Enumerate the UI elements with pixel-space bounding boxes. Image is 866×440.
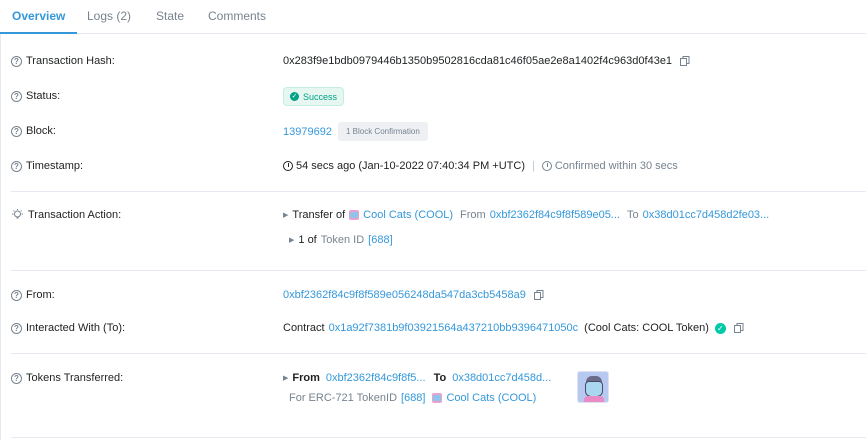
status-label: Status: [26, 90, 61, 102]
action-transfer-of: Transfer of [292, 209, 346, 221]
copy-icon[interactable] [680, 56, 690, 66]
help-icon[interactable]: ? [11, 322, 22, 334]
copy-icon[interactable] [733, 323, 744, 333]
transaction-hash-value: 0x283f9e1bdb0979446b1350b9502816cda81c46… [283, 55, 673, 67]
tokens-token-id-link[interactable]: [688] [401, 392, 425, 404]
caret-right-icon: ▶ [289, 237, 295, 244]
clock-icon [283, 161, 293, 171]
action-token-id-link[interactable]: [688] [368, 234, 392, 246]
hash-label: Transaction Hash: [26, 55, 115, 67]
action-label-wrap: Transaction Action: [11, 209, 121, 221]
tokens-to-address-link[interactable]: 0x38d01cc7d458d... [452, 372, 551, 384]
tokens-to-label: To [433, 372, 447, 384]
tab-bar: Overview Logs (2) State Comments [0, 0, 866, 34]
caret-right-icon: ▶ [283, 212, 289, 219]
tab-overview[interactable]: Overview [0, 0, 78, 34]
timestamp-confirmed: Confirmed within 30 secs [554, 160, 678, 172]
tokens-for-prefix: For ERC-721 TokenID [289, 392, 398, 404]
action-label: Transaction Action: [28, 209, 122, 221]
nft-thumbnail[interactable] [577, 371, 609, 403]
block-number-link[interactable]: 13979692 [283, 126, 332, 138]
tokens-from-address-link[interactable]: 0xbf2362f84c9f8f5... [326, 372, 426, 384]
action-token-wrap: ▶ 1 of Token ID [688] [289, 234, 393, 246]
from-label: From: [26, 289, 55, 301]
contract-address-link[interactable]: 0x1a92f7381b9f03921564a437210bb939647105… [329, 322, 579, 334]
action-from-label: From [460, 209, 486, 221]
cool-cats-token-icon [349, 210, 360, 220]
nft-art [584, 396, 604, 402]
timestamp-value: 54 secs ago (Jan-10-2022 07:40:34 PM +UT… [296, 160, 525, 172]
action-to-address-link[interactable]: 0x38d01cc7d458d2fe03... [643, 209, 770, 221]
tab-comments[interactable]: Comments [196, 0, 278, 34]
check-circle-icon: ✓ [290, 92, 299, 101]
lightbulb-icon [12, 209, 23, 219]
tokens-label: Tokens Transferred: [26, 372, 124, 384]
from-label-wrap: ? From: [11, 289, 55, 301]
hash-value-wrap: 0x283f9e1bdb0979446b1350b9502816cda81c46… [283, 55, 690, 67]
contract-name: (Cool Cats: COOL Token) [584, 322, 709, 334]
from-address-link[interactable]: 0xbf2362f84c9f8f589e056248da547da3cb5458… [283, 289, 526, 301]
section-divider [11, 353, 866, 354]
tokens-label-wrap: ? Tokens Transferred: [11, 372, 123, 384]
copy-icon[interactable] [533, 290, 544, 300]
action-to-label: To [626, 209, 639, 221]
verified-check-icon: ✓ [714, 322, 726, 334]
from-value-wrap: 0xbf2362f84c9f8f589e056248da547da3cb5458… [283, 289, 544, 301]
timer-icon [541, 161, 552, 171]
hash-label-wrap: ? Transaction Hash: [11, 55, 115, 67]
timestamp-label-wrap: ? Timestamp: [11, 160, 83, 172]
section-divider [11, 270, 866, 271]
action-from-address-link[interactable]: 0xbf2362f84c9f8f589e05... [490, 209, 620, 221]
interacted-label-wrap: ? Interacted With (To): [11, 322, 125, 334]
block-label: Block: [26, 125, 56, 137]
help-icon[interactable]: ? [11, 289, 22, 301]
block-value-wrap: 13979692 1 Block Confirmation [283, 122, 428, 141]
cool-cats-token-icon [432, 393, 443, 403]
timestamp-value-wrap: 54 secs ago (Jan-10-2022 07:40:34 PM +UT… [283, 160, 678, 172]
section-divider [11, 437, 866, 438]
tab-state[interactable]: State [144, 0, 196, 34]
tokens-token-name-link[interactable]: Cool Cats (COOL) [446, 392, 536, 404]
tokens-for-wrap: For ERC-721 TokenID [688] Cool Cats (COO… [289, 392, 536, 404]
status-value-wrap: ✓ Success [283, 87, 345, 106]
interacted-label: Interacted With (To): [26, 322, 126, 334]
help-icon[interactable]: ? [11, 55, 22, 67]
block-confirmation-badge: 1 Block Confirmation [337, 122, 428, 141]
action-amount: 1 of [298, 234, 317, 246]
interacted-value-wrap: Contract 0x1a92f7381b9f03921564a437210bb… [283, 322, 744, 334]
block-label-wrap: ? Block: [11, 125, 56, 137]
status-badge: ✓ Success [283, 87, 345, 106]
caret-right-icon: ▶ [283, 375, 289, 382]
help-icon[interactable]: ? [11, 160, 22, 172]
divider: | [532, 160, 535, 172]
action-token-link[interactable]: Cool Cats (COOL) [363, 209, 453, 221]
tokens-from-label: From [292, 372, 320, 384]
timestamp-label: Timestamp: [26, 160, 84, 172]
action-value-wrap: ▶ Transfer of Cool Cats (COOL) From 0xbf… [283, 209, 769, 221]
tab-logs[interactable]: Logs (2) [75, 0, 143, 34]
action-token-id-label: Token ID [320, 234, 365, 246]
tokens-from-wrap: ▶ From 0xbf2362f84c9f8f5... To 0x38d01cc… [283, 372, 551, 384]
help-icon[interactable]: ? [11, 372, 22, 384]
help-icon[interactable]: ? [11, 90, 22, 102]
status-value: Success [303, 91, 338, 102]
help-icon[interactable]: ? [11, 125, 22, 137]
status-label-wrap: ? Status: [11, 90, 60, 102]
interacted-prefix: Contract [283, 322, 325, 334]
nft-art [585, 381, 603, 397]
section-divider [11, 191, 866, 192]
